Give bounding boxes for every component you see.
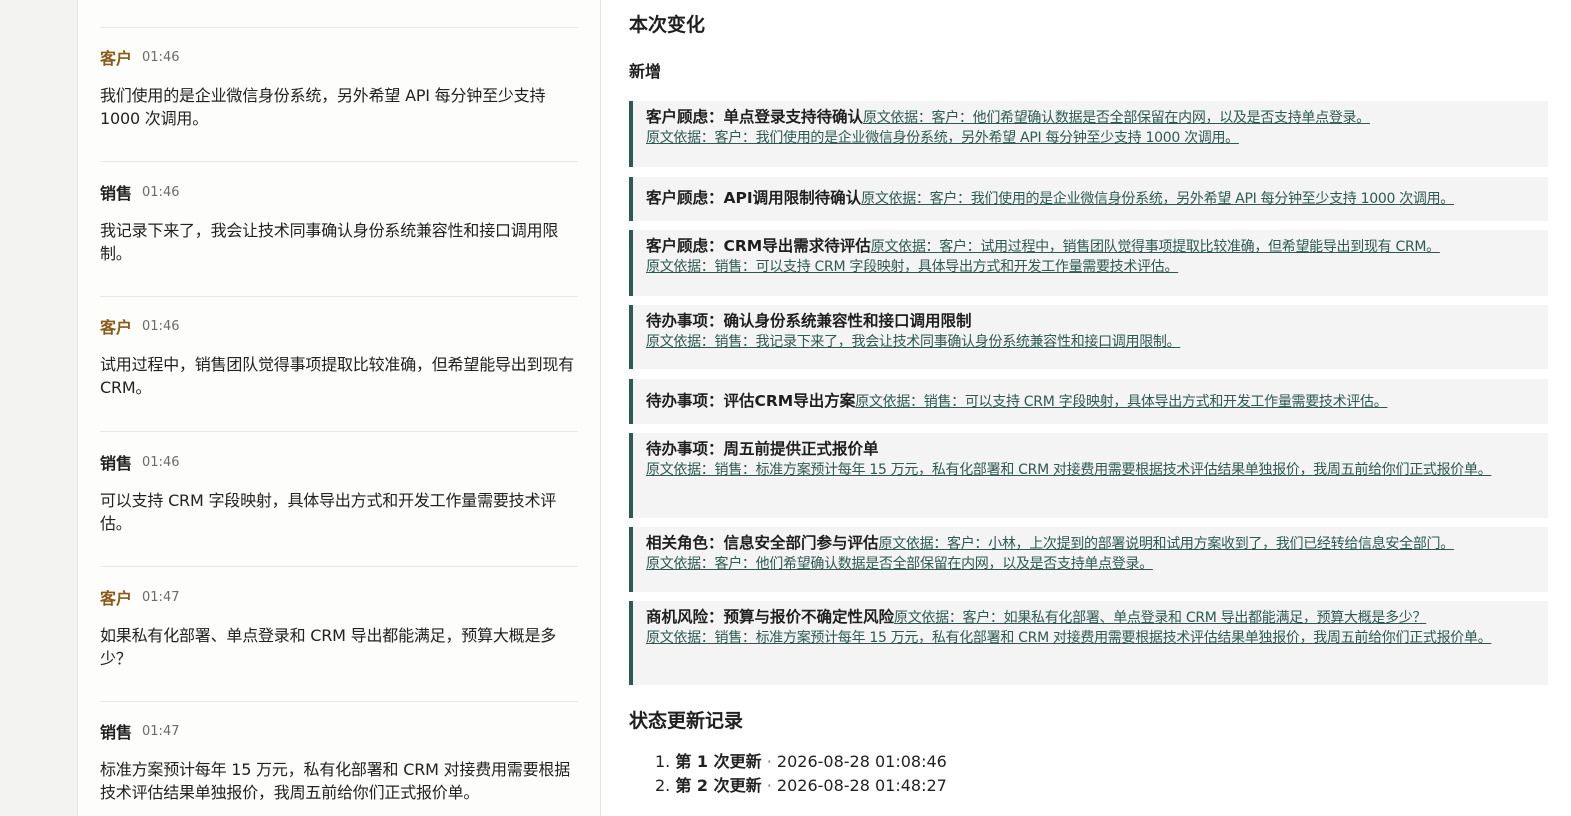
log-time: 2026-08-28 01:08:46 xyxy=(776,752,947,771)
change-title: 商机风险：预算与报价不确定性风险 xyxy=(646,608,895,626)
chat-panel[interactable]: 客户 01:46 我们使用的是企业微信身份系统，另外希望 API 每分钟至少支持 … xyxy=(78,0,601,816)
message-text: 我记录下来了，我会让技术同事确认身份系统兼容性和接口调用限制。 xyxy=(100,221,559,263)
change-card: 客户顾虑：单点登录支持待确认原文依据：客户：他们希望确认数据是否全部保留在内网，… xyxy=(629,101,1548,167)
message-role: 销售 xyxy=(100,184,133,203)
evidence-link[interactable]: 原文依据：销售：可以支持 CRM 字段映射，具体导出方式和开发工作量需要技术评估… xyxy=(646,259,1178,275)
chat-message: 销售 01:47 标准方案预计每年 15 万元，私有化部署和 CRM 对接费用需要… xyxy=(100,719,578,804)
message-role: 销售 xyxy=(100,723,133,742)
change-card: 相关角色：信息安全部门参与评估原文依据：客户：小林，上次提到的部署说明和试用方案… xyxy=(629,527,1548,592)
change-card: 待办事项：评估CRM导出方案原文依据：销售：可以支持 CRM 字段映射，具体导出… xyxy=(629,379,1548,424)
message-role: 销售 xyxy=(100,454,133,473)
message-time: 01:46 xyxy=(142,184,180,200)
chat-message: 客户 01:46 我们使用的是企业微信身份系统，另外希望 API 每分钟至少支持 … xyxy=(100,45,578,130)
log-separator: · xyxy=(766,776,772,795)
change-card: 商机风险：预算与报价不确定性风险原文依据：客户：如果私有化部署、单点登录和 CR… xyxy=(629,601,1548,685)
message-time: 01:47 xyxy=(142,723,180,739)
evidence-link[interactable]: 原文依据：销售：标准方案预计每年 15 万元，私有化部署和 CRM 对接费用需要… xyxy=(646,462,1492,478)
changes-panel[interactable]: 本次变化 新增 客户顾虑：单点登录支持待确认原文依据：客户：他们希望确认数据是否… xyxy=(601,0,1571,816)
changes-title: 本次变化 xyxy=(629,14,706,36)
log-label: 第 1 次更新 xyxy=(675,752,762,771)
chat-message: 销售 01:46 我记录下来了，我会让技术同事确认身份系统兼容性和接口调用限制。 xyxy=(100,180,578,265)
evidence-link[interactable]: 原文依据：销售：可以支持 CRM 字段映射，具体导出方式和开发工作量需要技术评估… xyxy=(855,394,1387,410)
change-title: 客户顾虑：API调用限制待确认 xyxy=(646,189,862,207)
log-title: 状态更新记录 xyxy=(629,710,744,732)
log-time: 2026-08-28 01:48:27 xyxy=(776,776,947,795)
change-title: 客户顾虑：CRM导出需求待评估 xyxy=(646,237,871,255)
evidence-link[interactable]: 原文依据：销售：标准方案预计每年 15 万元，私有化部署和 CRM 对接费用需要… xyxy=(646,630,1492,646)
message-role: 客户 xyxy=(100,589,133,608)
changes-subtitle: 新增 xyxy=(629,62,662,81)
change-card: 待办事项：确认身份系统兼容性和接口调用限制 原文依据：销售：我记录下来了，我会让… xyxy=(629,305,1548,369)
change-card: 客户顾虑：CRM导出需求待评估原文依据：客户：试用过程中，销售团队觉得事项提取比… xyxy=(629,230,1548,296)
evidence-link[interactable]: 原文依据：销售：我记录下来了，我会让技术同事确认身份系统兼容性和接口调用限制。 xyxy=(646,334,1181,350)
evidence-link[interactable]: 原文依据：客户：他们希望确认数据是否全部保留在内网，以及是否支持单点登录。 xyxy=(646,556,1153,572)
left-gutter xyxy=(0,0,78,816)
divider xyxy=(100,566,578,567)
evidence-link[interactable]: 原文依据：客户：试用过程中，销售团队觉得事项提取比较准确，但希望能导出到现有 C… xyxy=(871,239,1440,255)
change-card: 待办事项：周五前提供正式报价单 原文依据：销售：标准方案预计每年 15 万元，私… xyxy=(629,433,1548,518)
evidence-link[interactable]: 原文依据：客户：他们希望确认数据是否全部保留在内网，以及是否支持单点登录。 xyxy=(863,110,1370,126)
divider xyxy=(100,701,578,702)
change-title: 待办事项：评估CRM导出方案 xyxy=(646,392,856,410)
divider xyxy=(100,431,578,432)
message-role: 客户 xyxy=(100,318,133,337)
chat-message: 客户 01:47 如果私有化部署、单点登录和 CRM 导出都能满足，预算大概是多少… xyxy=(100,585,578,670)
message-text: 标准方案预计每年 15 万元，私有化部署和 CRM 对接费用需要根据技术评估结果… xyxy=(100,760,570,802)
message-time: 01:46 xyxy=(142,454,180,470)
evidence-link[interactable]: 原文依据：客户：小林，上次提到的部署说明和试用方案收到了，我们已经转给信息安全部… xyxy=(879,536,1455,552)
message-text: 可以支持 CRM 字段映射，具体导出方式和开发工作量需要技术评估。 xyxy=(100,491,557,533)
log-index: 2. xyxy=(655,776,671,795)
chat-message: 客户 01:46 试用过程中，销售团队觉得事项提取比较准确，但希望能导出到现有 C… xyxy=(100,314,578,399)
message-text: 我们使用的是企业微信身份系统，另外希望 API 每分钟至少支持 1000 次调用… xyxy=(100,86,546,128)
divider xyxy=(100,27,578,28)
log-item: 1. 第 1 次更新 · 2026-08-28 01:08:46 xyxy=(655,750,947,774)
change-title: 待办事项：周五前提供正式报价单 xyxy=(646,440,879,458)
log-index: 1. xyxy=(655,752,671,771)
divider xyxy=(100,296,578,297)
message-time: 01:46 xyxy=(142,318,180,334)
message-role: 客户 xyxy=(100,49,133,68)
evidence-link[interactable]: 原文依据：客户：我们使用的是企业微信身份系统，另外希望 API 每分钟至少支持 … xyxy=(646,130,1239,146)
divider xyxy=(100,161,578,162)
message-time: 01:47 xyxy=(142,589,180,605)
message-text: 试用过程中，销售团队觉得事项提取比较准确，但希望能导出到现有 CRM。 xyxy=(100,355,575,397)
log-list: 1. 第 1 次更新 · 2026-08-28 01:08:46 2. 第 2 … xyxy=(655,750,947,798)
log-item: 2. 第 2 次更新 · 2026-08-28 01:48:27 xyxy=(655,774,947,798)
chat-message: 销售 01:46 可以支持 CRM 字段映射，具体导出方式和开发工作量需要技术评估… xyxy=(100,450,578,535)
change-card: 客户顾虑：API调用限制待确认原文依据：客户：我们使用的是企业微信身份系统，另外… xyxy=(629,177,1548,221)
log-separator: · xyxy=(766,752,772,771)
log-label: 第 2 次更新 xyxy=(675,776,762,795)
change-title: 待办事项：确认身份系统兼容性和接口调用限制 xyxy=(646,312,972,330)
message-text: 如果私有化部署、单点登录和 CRM 导出都能满足，预算大概是多少？ xyxy=(100,626,557,668)
evidence-link[interactable]: 原文依据：客户：如果私有化部署、单点登录和 CRM 导出都能满足，预算大概是多少… xyxy=(894,610,1426,626)
message-time: 01:46 xyxy=(142,49,180,65)
change-title: 相关角色：信息安全部门参与评估 xyxy=(646,534,879,552)
change-title: 客户顾虑：单点登录支持待确认 xyxy=(646,108,864,126)
evidence-link[interactable]: 原文依据：客户：我们使用的是企业微信身份系统，另外希望 API 每分钟至少支持 … xyxy=(861,191,1454,207)
